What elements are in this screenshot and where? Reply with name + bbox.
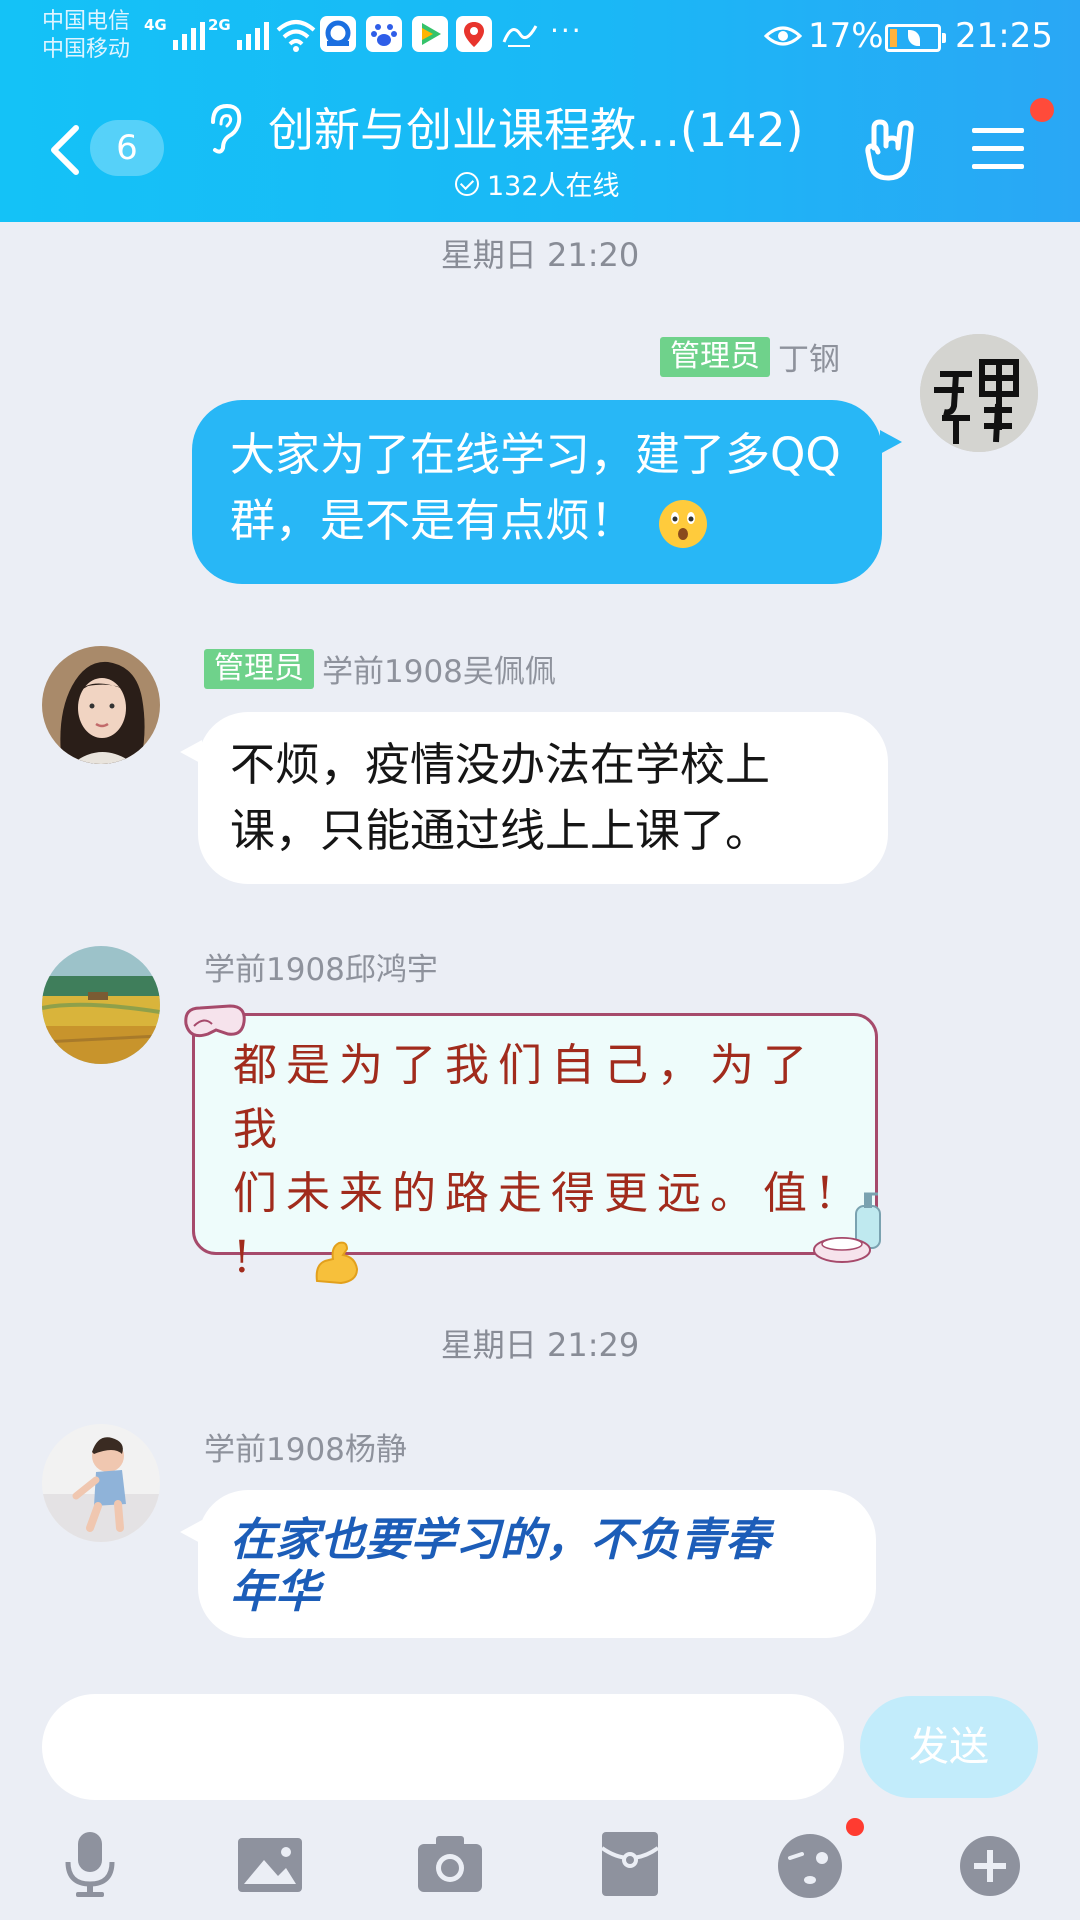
themed-message-bubble[interactable]: 都是为了我们自己，为了我 们未来的路走得更远。值! ! bbox=[192, 1013, 878, 1284]
timestamp: 星期日 21:20 bbox=[440, 236, 640, 274]
online-count: 132人在线 bbox=[487, 171, 620, 202]
bubble-tail bbox=[880, 430, 902, 454]
avatar[interactable] bbox=[42, 646, 160, 764]
sender-name: 学前1908吴佩佩 bbox=[322, 654, 556, 690]
sender-name-line: 管理员 丁钢 bbox=[660, 334, 840, 379]
eye-comfort-icon bbox=[764, 26, 802, 46]
back-arrow-icon[interactable] bbox=[44, 120, 84, 180]
microphone-icon[interactable] bbox=[54, 1828, 126, 1900]
group-title[interactable]: 创新与创业课程教...(142) bbox=[268, 94, 804, 160]
unread-count-badge[interactable]: 6 bbox=[90, 120, 164, 176]
flexed-biceps-emoji bbox=[315, 1241, 358, 1284]
online-check-icon bbox=[455, 171, 479, 196]
nav-bar: 6 创新与创业课程教...(142) 132人在线 bbox=[0, 80, 1080, 222]
sender-name: 学前1908杨静 bbox=[204, 1432, 407, 1468]
battery-level-fill bbox=[890, 29, 897, 47]
chat-header: 中国电信 中国移动 4G 2G ··· 17% 21:25 6 创新与创业课程教… bbox=[0, 0, 1080, 222]
ear-mode-icon[interactable] bbox=[203, 102, 245, 156]
power-saving-leaf-icon bbox=[908, 30, 920, 46]
surprised-emoji bbox=[659, 500, 708, 548]
message-text-line: ! bbox=[233, 1226, 853, 1290]
avatar[interactable] bbox=[42, 946, 160, 1064]
battery-icon bbox=[885, 24, 946, 52]
soap-decoration-icon bbox=[813, 1192, 881, 1263]
battery-percent: 17% bbox=[808, 16, 884, 56]
input-toolbar bbox=[0, 1812, 1080, 1920]
image-icon[interactable] bbox=[234, 1828, 306, 1900]
baidu-icon bbox=[366, 16, 402, 52]
video-play-icon bbox=[412, 16, 448, 52]
timestamp: 星期日 21:29 bbox=[440, 1326, 640, 1364]
emoji-notification-dot bbox=[846, 1818, 864, 1836]
avatar[interactable] bbox=[920, 334, 1038, 452]
message-bubble[interactable]: 不烦，疫情没办法在学校上 课，只能通过线上上课了。 bbox=[198, 712, 888, 884]
status-clock: 21:25 bbox=[955, 16, 1053, 56]
message-text: 大家为了在线学习，建了多QQ群，是不是有点烦！ bbox=[230, 428, 841, 547]
admin-tag: 管理员 bbox=[204, 648, 314, 689]
carrier-labels: 中国电信 中国移动 bbox=[42, 8, 130, 64]
message-text-line: 年华 bbox=[230, 1565, 321, 1618]
send-button[interactable]: 发送 bbox=[860, 1696, 1038, 1798]
baidu-map-icon bbox=[456, 16, 492, 52]
network-type-2: 2G bbox=[208, 16, 231, 34]
sender-name: 丁钢 bbox=[778, 342, 840, 378]
emoji-icon[interactable] bbox=[774, 1828, 846, 1900]
interact-hand-icon[interactable] bbox=[862, 118, 920, 184]
menu-notification-dot bbox=[1030, 98, 1054, 122]
sender-name-line: 学前1908邱鸿宇 bbox=[204, 944, 438, 989]
composer: 发送 bbox=[0, 1680, 1080, 1810]
network-type-1: 4G bbox=[144, 16, 167, 34]
message-input[interactable] bbox=[42, 1694, 844, 1800]
avatar[interactable] bbox=[42, 1424, 160, 1542]
message-text-line: 都是为了我们自己，为了我 bbox=[233, 1040, 816, 1155]
online-status: 132人在线 bbox=[455, 164, 620, 203]
camera-icon[interactable] bbox=[414, 1828, 486, 1900]
message-text-line: 课，只能通过线上上课了。 bbox=[230, 804, 771, 857]
sender-name-line: 管理员 学前1908吴佩佩 bbox=[204, 646, 556, 691]
signal-2-icon: 2G bbox=[208, 16, 269, 50]
sender-name-line: 学前1908杨静 bbox=[204, 1424, 407, 1469]
message-text-line: 不烦，疫情没办法在学校上 bbox=[230, 738, 771, 791]
message-text: 都是为了我们自己，为了我 们未来的路走得更远。值! ! bbox=[233, 1034, 853, 1290]
goggles-decoration-icon bbox=[184, 1004, 246, 1038]
message-bubble[interactable]: 在家也要学习的，不负青春 年华 bbox=[198, 1490, 876, 1638]
carrier-2: 中国移动 bbox=[42, 37, 131, 62]
message-text-line: 们未来的路走得更远。值! bbox=[233, 1168, 843, 1219]
red-packet-icon[interactable] bbox=[594, 1828, 666, 1900]
more-notifications: ··· bbox=[550, 14, 583, 47]
sender-name: 学前1908邱鸿宇 bbox=[204, 952, 438, 988]
xuexi-icon bbox=[502, 25, 538, 47]
status-bar: 中国电信 中国移动 4G 2G ··· 17% 21:25 bbox=[0, 0, 1080, 78]
qq-browser-icon bbox=[320, 16, 356, 52]
plus-icon[interactable] bbox=[954, 1828, 1026, 1900]
menu-icon[interactable] bbox=[972, 126, 1024, 172]
message-bubble[interactable]: 大家为了在线学习，建了多QQ群，是不是有点烦！ bbox=[192, 400, 882, 584]
admin-tag: 管理员 bbox=[660, 336, 770, 377]
message-text-line: 在家也要学习的，不负青春 bbox=[230, 1513, 771, 1566]
carrier-1: 中国电信 bbox=[42, 9, 131, 34]
signal-1-icon: 4G bbox=[144, 16, 205, 50]
wifi-icon bbox=[276, 20, 316, 52]
